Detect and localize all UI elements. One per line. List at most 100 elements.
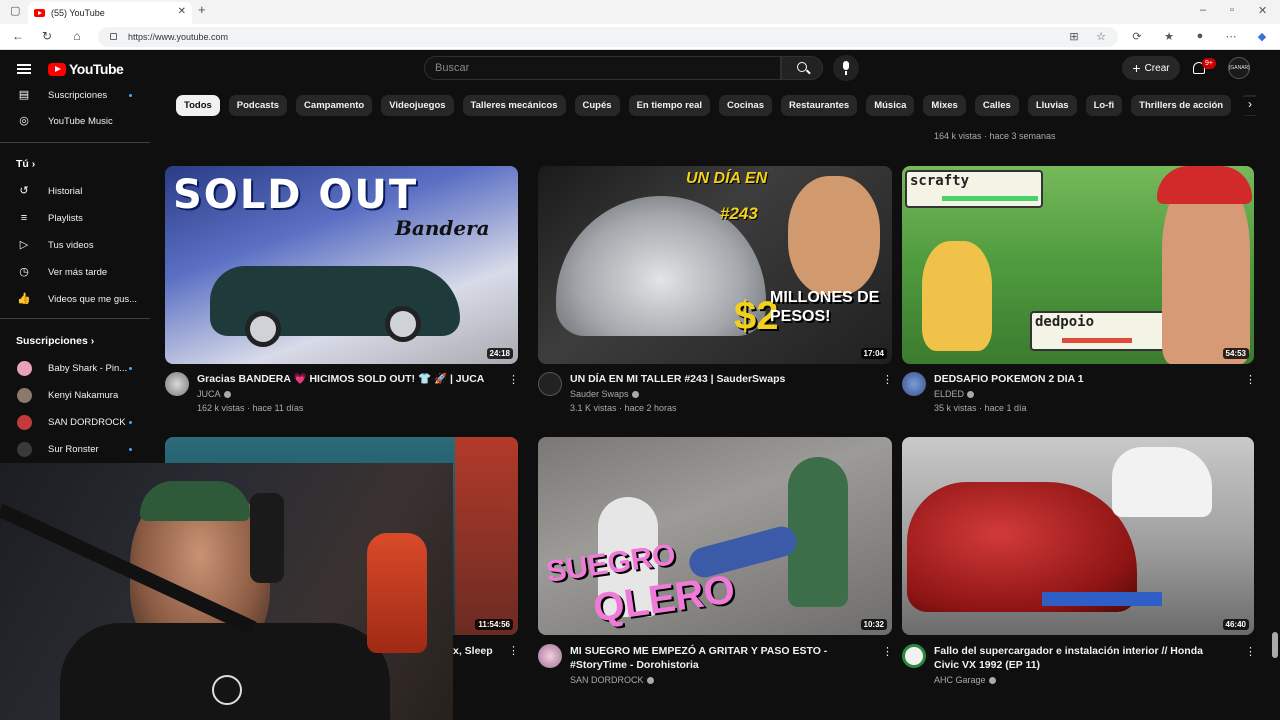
video-title[interactable]: MI SUEGRO ME EMPEZÓ A GRITAR Y PASO ESTO… [570, 644, 860, 672]
video-channel[interactable]: AHC Garage [934, 675, 996, 685]
subscription-channel[interactable]: Baby Shark - Pin... [0, 357, 150, 379]
more-actions-icon[interactable]: ⋮ [1245, 645, 1256, 659]
chip-9[interactable]: Música [866, 95, 915, 116]
favorites-icon[interactable]: ★ [1162, 30, 1176, 44]
chip-10[interactable]: Mixes [923, 95, 966, 116]
youtube-favicon-icon [34, 9, 45, 17]
youtube-logo[interactable]: YouTube [48, 61, 124, 77]
create-button[interactable]: + Crear [1122, 56, 1180, 80]
subscription-channel[interactable]: SAN DORDROCK [0, 411, 150, 433]
search-icon [797, 62, 807, 72]
chip-13[interactable]: Lo-fi [1085, 95, 1123, 116]
video-channel[interactable]: SAN DORDROCK [570, 675, 654, 685]
channel-avatar[interactable] [902, 372, 926, 396]
chip-8[interactable]: Restaurantes [781, 95, 858, 116]
liked-videos-icon: 👍 [17, 292, 31, 305]
more-actions-icon[interactable]: ⋮ [1245, 373, 1256, 387]
profile-icon[interactable]: ● [1193, 30, 1207, 44]
sidebar-item[interactable]: ≡ Playlists [0, 207, 150, 229]
chip-5[interactable]: Cupés [574, 95, 620, 116]
video-title[interactable]: Gracias BANDERA 💗 HICIMOS SOLD OUT! 👕 🚀 … [197, 372, 487, 386]
sidebar-item[interactable]: ◷ Ver más tarde [0, 261, 150, 283]
more-options-icon[interactable]: ⋯ [1224, 30, 1238, 44]
scrollbar-thumb[interactable] [1272, 632, 1278, 658]
video-title[interactable]: x, Sleep [453, 644, 513, 658]
video-thumbnail[interactable]: SOLD OUT Bandera 24:18 [165, 166, 518, 364]
back-icon[interactable]: ← [10, 29, 26, 43]
subscription-label: SAN DORDROCK [48, 416, 126, 428]
browser-toolbar: ← ↻ ⌂ https://www.youtube.com ⊞ ☆ ⟳ ★ ● … [0, 24, 1280, 50]
chip-11[interactable]: Calles [974, 95, 1019, 116]
channel-avatar[interactable] [538, 644, 562, 668]
video-channel[interactable]: ELDED [934, 389, 975, 399]
chip-6[interactable]: En tiempo real [628, 95, 711, 116]
subscription-channel[interactable]: Kenyi Nakamura [0, 384, 150, 406]
chip-3[interactable]: Videojuegos [381, 95, 454, 116]
app-install-icon[interactable]: ⊞ [1067, 30, 1081, 44]
maximize-icon[interactable]: ▫ [1230, 4, 1234, 16]
search-input[interactable]: Buscar [424, 56, 781, 80]
your-videos-icon: ▷ [19, 238, 29, 251]
more-actions-icon[interactable]: ⋮ [882, 373, 893, 387]
new-content-dot [129, 93, 132, 97]
minimize-icon[interactable]: – [1200, 4, 1206, 16]
video-channel[interactable]: Sauder Swaps [570, 389, 639, 399]
address-bar[interactable]: https://www.youtube.com [98, 27, 1118, 47]
tab-actions-icon[interactable]: ▢ [10, 4, 20, 17]
more-actions-icon[interactable]: ⋮ [882, 645, 893, 659]
youtube-header: YouTube Buscar + Crear 9+ [GANAR] [0, 50, 1280, 90]
video-thumbnail[interactable]: UN DÍA EN #243 $2 MILLONES DE PESOS! 17:… [538, 166, 892, 364]
sidebar-item[interactable]: ▤ Suscripciones [0, 84, 150, 106]
logo-text: YouTube [69, 61, 124, 77]
browser-tab-youtube[interactable]: (55) YouTube ✕ [28, 2, 192, 24]
sidebar-item[interactable]: 👍 Videos que me gus... [0, 288, 150, 310]
chip-2[interactable]: Campamento [296, 95, 373, 116]
sidebar-you-heading[interactable]: Tú › [16, 158, 35, 170]
channel-avatar[interactable] [165, 372, 189, 396]
search-placeholder: Buscar [435, 62, 470, 74]
account-avatar[interactable]: [GANAR] [1228, 57, 1250, 79]
copilot-icon[interactable]: ◆ [1255, 30, 1269, 44]
close-tab-icon[interactable]: ✕ [178, 6, 186, 17]
video-duration: 24:18 [486, 348, 513, 359]
channel-avatar[interactable] [538, 372, 562, 396]
video-thumbnail[interactable]: scrafty dedpoio 54:53 [902, 166, 1254, 364]
refresh-extension-icon[interactable]: ⟳ [1130, 30, 1144, 44]
video-meta: 162 k vistas · hace 11 días [197, 403, 304, 413]
avatar-text: [GANAR] [1229, 65, 1250, 71]
thumbnail-title-text: SOLD OUT [173, 172, 419, 218]
favorite-star-icon[interactable]: ☆ [1094, 30, 1108, 44]
video-title[interactable]: Fallo del supercargador e instalación in… [934, 644, 1224, 672]
video-title[interactable]: DEDSAFIO POKEMON 2 DIA 1 [934, 372, 1224, 386]
subscription-channel[interactable]: Sur Ronster [0, 438, 150, 460]
new-tab-icon[interactable]: + [198, 2, 206, 17]
chip-0[interactable]: Todos [176, 95, 220, 116]
video-thumbnail[interactable]: 46:40 [902, 437, 1254, 635]
chip-7[interactable]: Cocinas [719, 95, 772, 116]
search-button[interactable] [781, 56, 823, 80]
sidebar-item[interactable]: ↺ Historial [0, 180, 150, 202]
scrollbar-track[interactable] [1270, 50, 1280, 720]
channel-avatar[interactable] [902, 644, 926, 668]
streamer-body-shape [60, 623, 390, 720]
menu-icon[interactable] [17, 64, 31, 74]
video-title[interactable]: UN DÍA EN MI TALLER #243 | SauderSwaps [570, 372, 860, 386]
reload-icon[interactable]: ↻ [39, 29, 55, 43]
chip-12[interactable]: Lluvias [1027, 95, 1077, 116]
home-icon[interactable]: ⌂ [69, 29, 85, 43]
chevron-right-icon[interactable]: › [1240, 97, 1260, 115]
chip-4[interactable]: Talleres mecánicos [462, 95, 566, 116]
chip-14[interactable]: Thrillers de acción [1131, 95, 1232, 116]
notification-badge: 9+ [1202, 58, 1216, 69]
more-actions-icon[interactable]: ⋮ [508, 373, 519, 387]
more-actions-icon[interactable]: ⋮ [508, 644, 519, 658]
sidebar-item[interactable]: ▷ Tus videos [0, 234, 150, 256]
video-channel[interactable]: JUCA [197, 389, 231, 399]
voice-search-icon[interactable] [833, 55, 859, 81]
sidebar-item[interactable]: ◎ YouTube Music [0, 110, 150, 132]
chevron-right-icon: › [31, 158, 36, 170]
chip-1[interactable]: Podcasts [228, 95, 288, 116]
sidebar-subscriptions-heading[interactable]: Suscripciones › [16, 335, 94, 347]
close-window-icon[interactable]: ✕ [1258, 4, 1267, 17]
video-thumbnail[interactable]: SUEGRO QLERO 10:32 [538, 437, 892, 635]
